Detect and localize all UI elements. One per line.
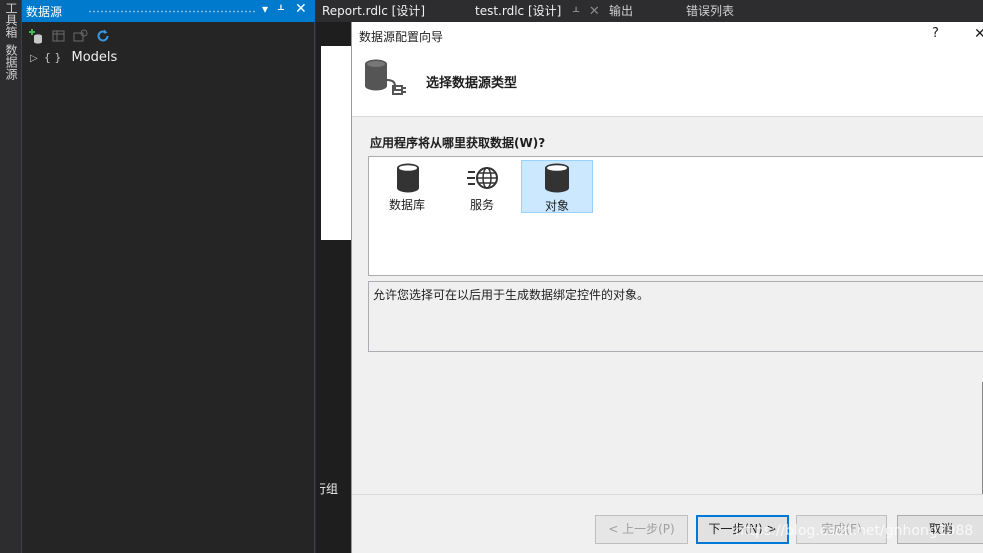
object-icon	[545, 163, 569, 193]
header-divider	[352, 116, 983, 117]
tab-label: 错误列表	[686, 4, 735, 18]
report-design-surface[interactable]	[321, 46, 352, 240]
description-text: 允许您选择可在以后用于生成数据绑定控件的对象。	[373, 288, 650, 302]
tree-item-models[interactable]: ▷ { } Models	[30, 50, 117, 65]
refresh-icon[interactable]	[95, 28, 111, 44]
wizard-step-heading: 选择数据源类型	[426, 76, 518, 91]
button-divider	[352, 494, 983, 495]
close-icon[interactable]: ✕	[295, 1, 307, 17]
chevron-down-icon[interactable]: ▾	[262, 2, 268, 16]
database-icon	[397, 163, 419, 193]
datasource-config-wizard: 数据源配置向导 ? ✕ 选择数据源类型 应用程序将从哪里获取数据(W)? 数据库	[351, 22, 983, 553]
tab-label: Report.rdlc [设计]	[322, 4, 426, 18]
source-question-label: 应用程序将从哪里获取数据(W)?	[370, 136, 546, 150]
add-datasource-icon[interactable]	[28, 28, 44, 44]
tab-error-list[interactable]: 错误列表	[680, 0, 740, 22]
namespace-icon: { }	[43, 51, 62, 64]
tab-label: test.rdlc [设计]	[475, 4, 562, 18]
type-label-object: 对象	[544, 199, 569, 213]
close-icon[interactable]: ✕	[589, 4, 600, 19]
tab-label: 输出	[609, 4, 634, 18]
configure-dataset-icon[interactable]	[73, 28, 89, 44]
datasource-panel-title: 数据源	[26, 5, 63, 19]
prev-button[interactable]: < 上一步(P)	[595, 515, 688, 544]
datasource-type-list[interactable]: 数据库 服务 对象	[368, 156, 983, 276]
tab-report-rdlc[interactable]: Report.rdlc [设计]	[316, 0, 431, 22]
pin-icon[interactable]: ᚆ	[278, 2, 284, 16]
datasource-toolbar	[22, 24, 315, 48]
row-groups-label: 行组	[320, 480, 351, 497]
editor-tab-strip: Report.rdlc [设计] test.rdlc [设计] ᚆ ✕ 输出 错…	[316, 0, 983, 22]
toolbox-tab[interactable]: 工具箱	[0, 2, 22, 38]
dialog-title: 数据源配置向导	[359, 30, 444, 44]
tree-expander-icon[interactable]: ▷	[30, 53, 38, 64]
datasource-panel-titlebar: 数据源 ▾ ᚆ ✕	[22, 0, 315, 22]
titlebar-grip	[88, 10, 257, 13]
tree-item-label: Models	[71, 50, 118, 65]
left-tool-strip: 工具箱 数据源	[0, 0, 22, 553]
type-item-service[interactable]: 服务	[446, 160, 518, 213]
datasource-panel: 数据源 ▾ ᚆ ✕ ▷ { } Models	[22, 0, 315, 553]
type-item-database[interactable]: 数据库	[371, 160, 443, 213]
pin-icon[interactable]: ᚆ	[573, 4, 579, 18]
database-connect-icon	[363, 58, 411, 101]
tab-output[interactable]: 输出	[603, 0, 639, 22]
type-label-service: 服务	[469, 198, 494, 212]
close-button[interactable]: ✕	[974, 26, 983, 42]
type-item-object[interactable]: 对象	[521, 160, 593, 213]
description-box: 允许您选择可在以后用于生成数据绑定控件的对象。	[368, 281, 983, 352]
datasource-tab[interactable]: 数据源	[0, 44, 22, 80]
edit-dataset-icon[interactable]	[51, 28, 67, 44]
row-groups-text: 行组	[320, 482, 339, 496]
watermark-text: https://blog.csdn.net/gnhong1988	[735, 523, 974, 539]
tab-test-rdlc[interactable]: test.rdlc [设计] ᚆ ✕	[469, 0, 606, 22]
service-globe-icon	[467, 167, 498, 189]
help-button[interactable]: ?	[932, 26, 939, 41]
wizard-header: 数据源配置向导 ? ✕ 选择数据源类型	[352, 22, 983, 116]
type-label-database: 数据库	[388, 198, 425, 212]
